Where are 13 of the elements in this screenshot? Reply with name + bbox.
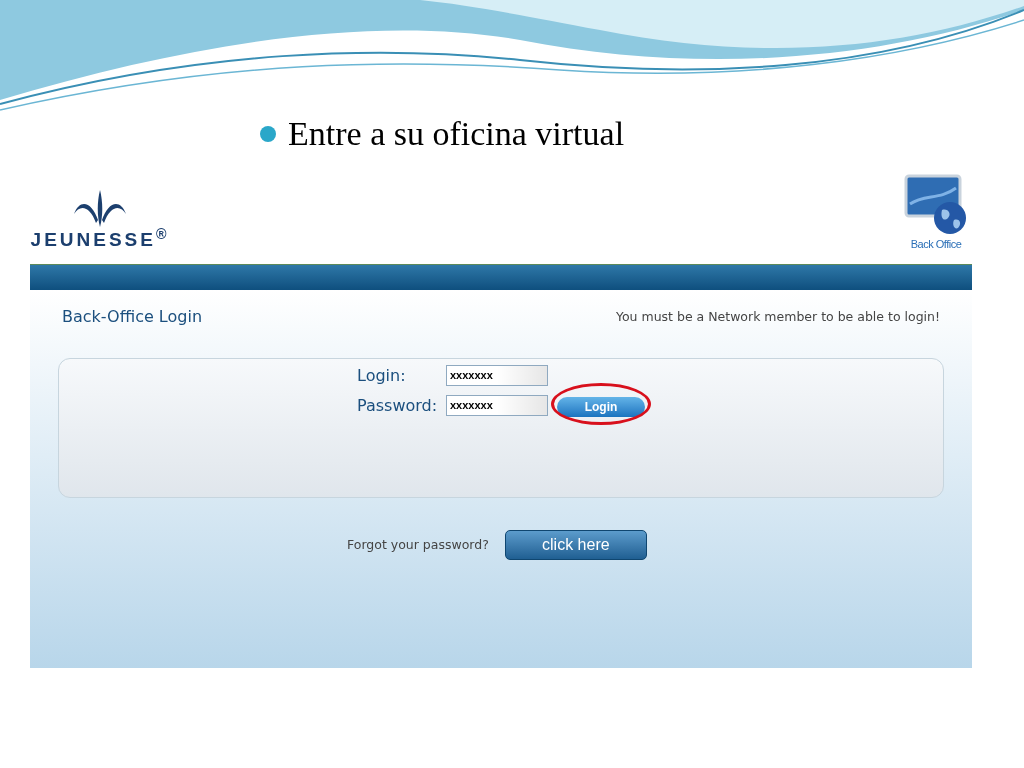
field-label: Password: — [357, 394, 439, 417]
monitor-globe-icon — [904, 174, 968, 236]
page-heading: Back-Office Login — [62, 306, 202, 328]
field-label: Login: — [357, 364, 407, 387]
input-field[interactable]: xxxxxxx — [446, 365, 548, 386]
login-button[interactable]: Login — [557, 396, 645, 417]
forgot-password-text: Forgot your password? — [347, 535, 489, 554]
back-office-link[interactable]: Back Office — [910, 236, 962, 253]
click-here-button[interactable]: click here — [504, 530, 647, 560]
slide-title: Entre a su oficina virtual — [288, 117, 625, 151]
login-notice: You must be a Network member to be able to login! — [615, 307, 940, 326]
input-field[interactable]: xxxxxxx — [446, 395, 548, 416]
brand-logo-text: JEUNESSE$^{®}$ — [30, 230, 170, 249]
